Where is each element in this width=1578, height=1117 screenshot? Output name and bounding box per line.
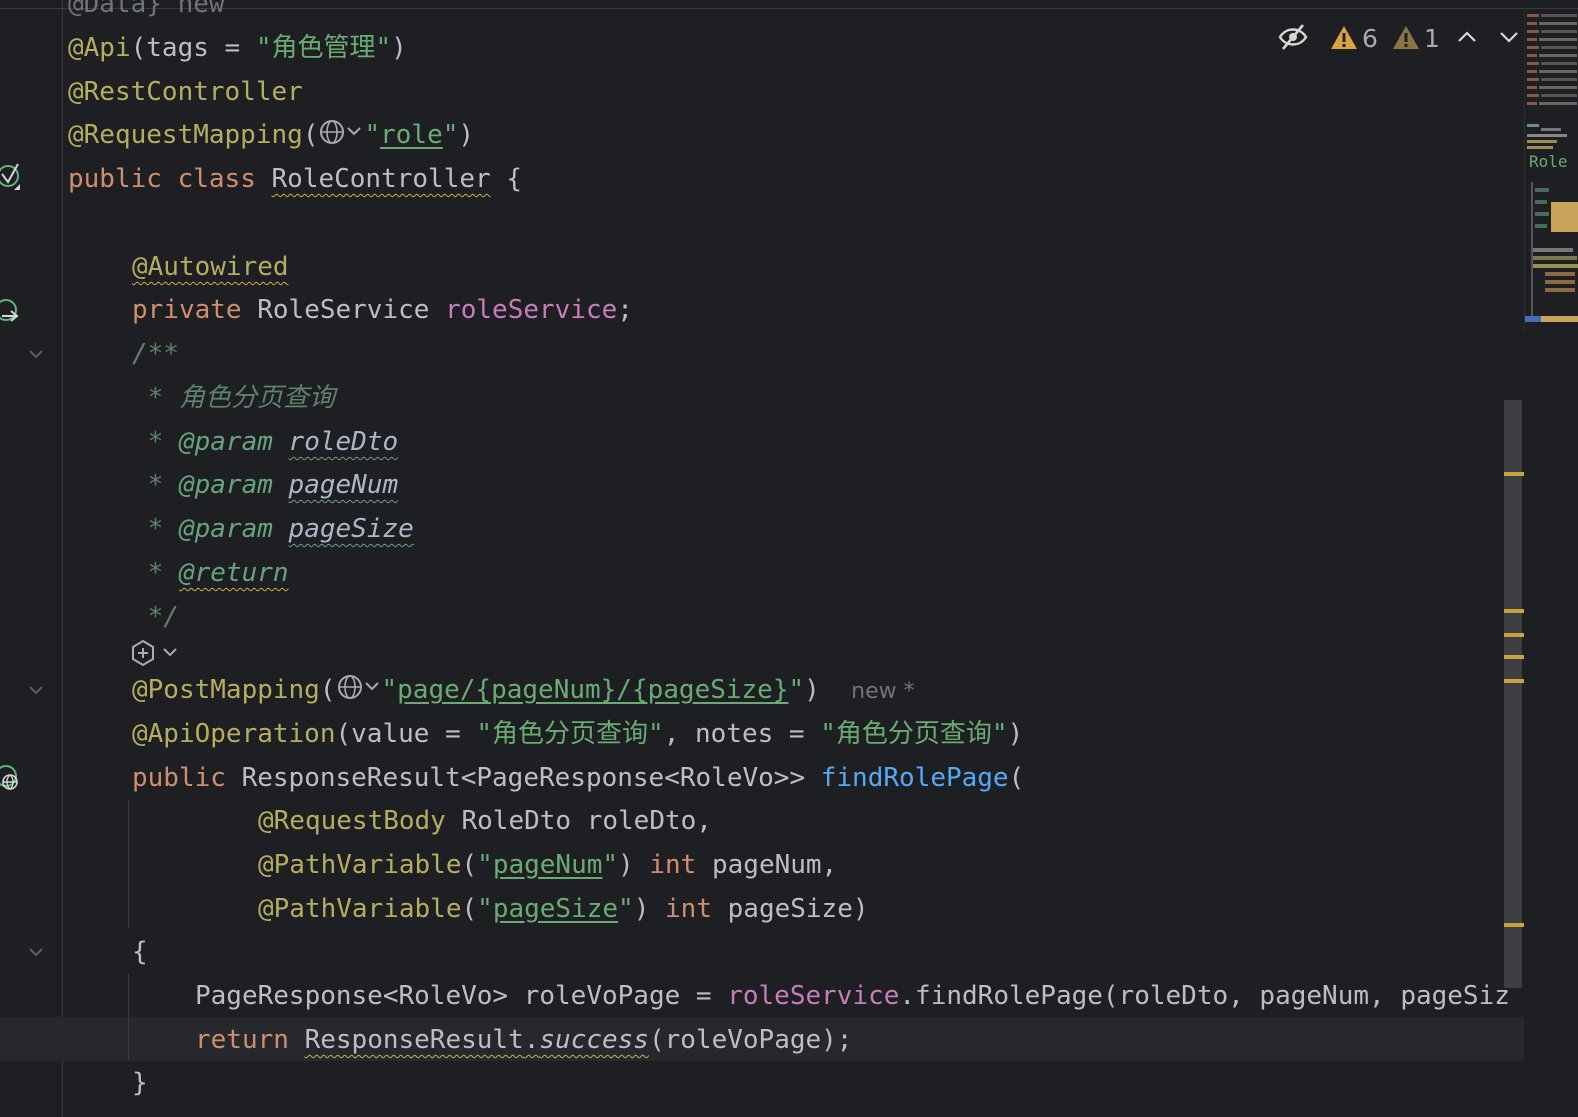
warning-stripe-marker[interactable] (1504, 923, 1524, 927)
code-line-field: private RoleService roleService; (132, 295, 633, 325)
annotation: @RequestMapping (68, 120, 303, 150)
code-line-restcontroller: @RestController (68, 70, 303, 114)
warning-stripe-marker[interactable] (1504, 472, 1524, 476)
warning-stripe-marker[interactable] (1504, 633, 1524, 637)
weak-warning-icon (1393, 26, 1419, 49)
code-line-doc-param: * @param roleDto (132, 427, 399, 457)
warnings-indicator[interactable]: 6 (1330, 20, 1378, 56)
annotation: @Autowired (132, 252, 289, 282)
url-path[interactable]: role (380, 120, 443, 150)
code-line-postmapping: @PostMapping("page/{pageNum}/{pageSize}"… (132, 668, 915, 712)
eye-crossed-icon[interactable] (1278, 22, 1308, 52)
annotation: @PostMapping (132, 675, 320, 705)
warning-stripe-marker[interactable] (1504, 679, 1524, 683)
code-line-doc-open: /** (132, 339, 179, 369)
annotation: @RestController (68, 77, 303, 107)
code-line-param: @PathVariable("pageNum") int pageNum, (258, 850, 838, 880)
code-line-class-decl: public class RoleController { (68, 164, 522, 194)
minimap-preview (1525, 182, 1578, 322)
vertical-scrollbar-thumb[interactable] (1504, 400, 1522, 988)
code-line-apioperation: @ApiOperation(value = "角色分页查询", notes = … (132, 719, 1024, 749)
warning-icon (1331, 26, 1357, 49)
code-line-param: @RequestBody RoleDto roleDto, (258, 806, 712, 836)
code-editor[interactable]: @Data} new @Api(tags = "角色管理") @RestCont… (0, 0, 1578, 1117)
ai-assistant-icon[interactable] (130, 638, 180, 668)
code-line-assign: PageResponse<RoleVo> roleVoPage = roleSe… (195, 981, 1510, 1011)
warning-stripe-marker[interactable] (1504, 609, 1524, 613)
weak-warning-count: 1 (1424, 23, 1440, 53)
globe-dropdown-icon[interactable] (336, 672, 382, 702)
code-line-api: @Api(tags = "角色管理") (68, 33, 407, 63)
code-line-return: return ResponseResult.success(roleVoPage… (195, 1025, 853, 1055)
code-line-doc-desc: * 角色分页查询 (132, 383, 335, 413)
truncated-line: @Data} new (68, 0, 225, 19)
code-line-requestmapping: @RequestMapping("role") (68, 113, 474, 157)
class-name: RoleController (271, 164, 491, 194)
string-literal: "角色管理" (255, 33, 392, 63)
code-line-doc-close: */ (132, 602, 179, 632)
code-line-param: @PathVariable("pageSize") int pageSize) (258, 894, 869, 924)
code-line-open-brace: { (132, 937, 148, 967)
code-line-method-decl: public ResponseResult<PageResponse<RoleV… (132, 763, 1025, 793)
next-problem-icon[interactable] (1498, 28, 1520, 46)
field-name: roleService (445, 295, 618, 325)
url-path[interactable]: page/{pageNum}/{pageSize} (397, 675, 788, 705)
author-inlay-hint[interactable]: new * (851, 679, 914, 704)
warning-count: 6 (1362, 23, 1378, 53)
code-line-close-brace: } (132, 1068, 148, 1098)
code-area[interactable]: @Data} new @Api(tags = "角色管理") @RestCont… (0, 0, 1524, 1117)
warning-stripe-marker[interactable] (1504, 655, 1524, 659)
code-line-doc-return: * @return (132, 558, 289, 588)
minimap-label: Role (1529, 152, 1568, 171)
code-line-doc-param: * @param pageNum (132, 470, 399, 500)
code-minimap[interactable]: Role (1524, 10, 1578, 332)
previous-problem-icon[interactable] (1456, 28, 1478, 46)
code-line-doc-param: * @param pageSize (132, 514, 414, 544)
globe-dropdown-icon[interactable] (318, 117, 364, 147)
code-line-autowired: @Autowired (132, 245, 289, 289)
annotation: @ApiOperation (132, 719, 336, 749)
weak-warnings-indicator[interactable]: 1 (1392, 20, 1440, 56)
annotation: @Api (68, 33, 131, 63)
method-name: findRolePage (820, 763, 1009, 793)
